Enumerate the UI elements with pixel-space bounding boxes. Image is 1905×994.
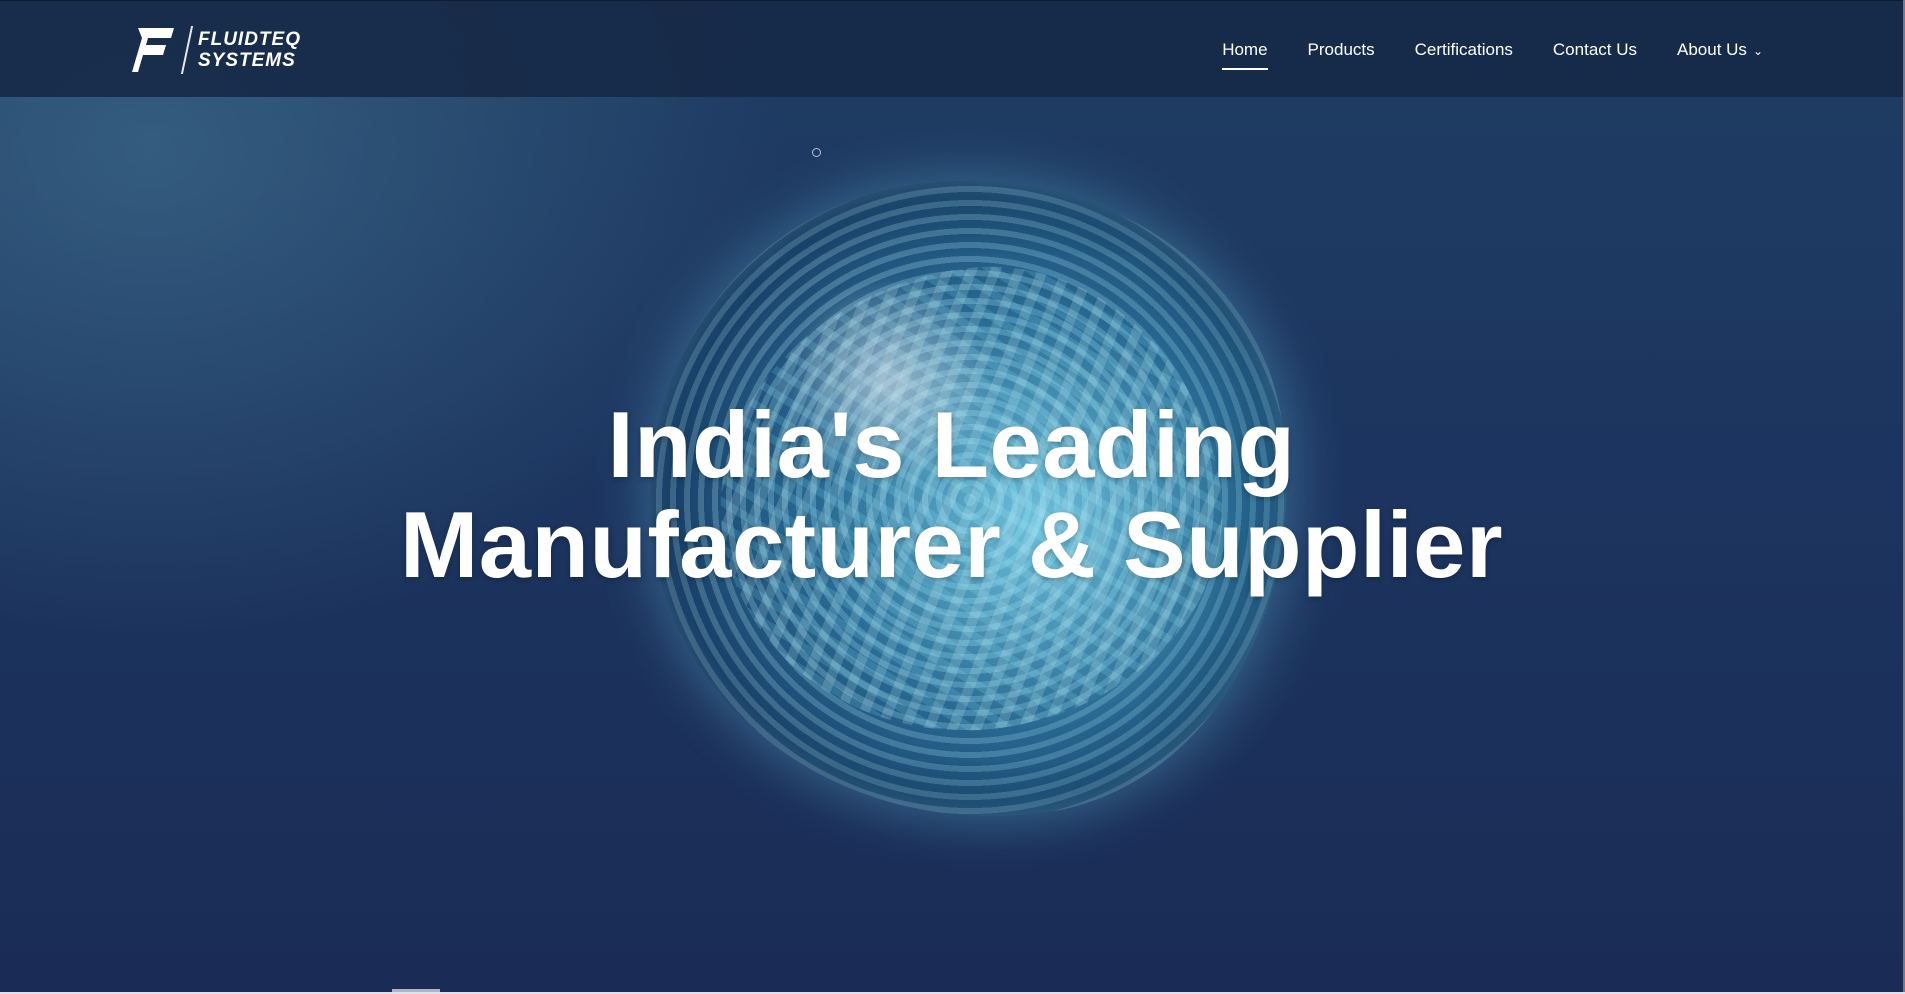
hero-section: India's Leading Manufacturer & Supplier (0, 0, 1903, 992)
brand-name-line-1: FLUIDTEQ (198, 29, 301, 50)
hero-headline: India's Leading Manufacturer & Supplier (0, 395, 1903, 595)
nav-home-label: Home (1222, 39, 1268, 59)
nav-products-label: Products (1307, 39, 1375, 59)
nav-products[interactable]: Products (1308, 30, 1375, 70)
slider-dot-indicator[interactable] (812, 148, 821, 157)
main-nav: Home Products Certifications Contact Us … (1222, 1, 1763, 98)
nav-home[interactable]: Home (1222, 30, 1268, 70)
nav-certifications[interactable]: Certifications (1415, 30, 1513, 70)
hero-headline-line-2: Manufacturer & Supplier (399, 492, 1504, 597)
nav-contact-us-label: Contact Us (1552, 39, 1637, 59)
brand-name-line-2: SYSTEMS (198, 50, 296, 71)
nav-contact-us[interactable]: Contact Us (1553, 30, 1637, 70)
brand-name: FLUIDTEQ SYSTEMS (198, 29, 301, 71)
site-header: FLUIDTEQ SYSTEMS Home Products Certifica… (0, 0, 1903, 97)
nav-about-us[interactable]: About Us ⌄ (1677, 30, 1763, 70)
hero-headline-line-1: India's Leading (607, 392, 1296, 497)
page: India's Leading Manufacturer & Supplier … (0, 0, 1905, 994)
chevron-down-icon: ⌄ (1752, 43, 1763, 58)
brand-logo-icon (132, 28, 174, 72)
logo-divider (180, 26, 194, 74)
brand-logo[interactable]: FLUIDTEQ SYSTEMS (132, 25, 301, 75)
nav-certifications-label: Certifications (1414, 39, 1513, 59)
nav-about-us-label: About Us (1677, 39, 1747, 59)
